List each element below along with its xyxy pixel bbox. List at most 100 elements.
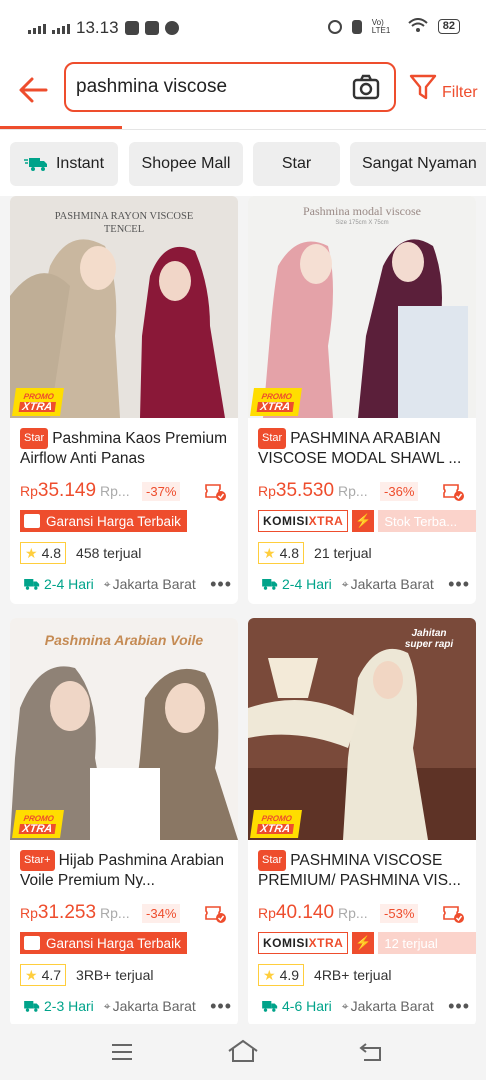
rating-row: ★ 4.9 4RB+ terjual [258, 964, 391, 986]
stock-badge: Stok Terba... [378, 510, 476, 532]
product-title-text: PASHMINA ARABIAN VISCOSE MODAL SHAWL ... [258, 430, 462, 466]
shipping-estimate: 2-4 Hari [20, 576, 94, 592]
product-card[interactable]: Pashmina Arabian Voile PROMO XTRA Star+ H… [10, 618, 238, 1026]
sold-count: 458 terjual [76, 545, 142, 561]
discount-badge: -36% [380, 481, 419, 501]
location-label: Jakarta Barat [350, 576, 434, 592]
search-input[interactable]: pashmina viscose [64, 62, 396, 112]
system-nav-bar [0, 1024, 486, 1080]
rating-value: 4.7 [41, 967, 62, 983]
price-row: Rp40.140 Rp... -53% [258, 900, 472, 926]
signal-icon [28, 22, 46, 34]
status-time: 13.13 [76, 18, 119, 37]
filter-button[interactable]: Filter [408, 72, 478, 102]
shipping-row: 2-3 Hari ⌖ Jakarta Barat ••• [20, 996, 232, 1017]
rating-value: 4.8 [41, 545, 62, 561]
ship-days: 2-4 Hari [282, 576, 332, 592]
product-title: Star+ Hijab Pashmina Arabian Voile Premiu… [20, 850, 230, 888]
more-options-icon[interactable]: ••• [210, 996, 232, 1017]
back-icon[interactable] [358, 1040, 384, 1062]
garansi-label: Garansi Harga Terbaik [46, 513, 181, 529]
old-price: Rp... [338, 905, 368, 921]
komisi-xtra-badge: KOMISI XTRA [258, 932, 349, 954]
price-row: Rp35.530 Rp... -36% [258, 478, 472, 504]
image-subcaption: Size 175cm X 75cm [335, 220, 389, 226]
price-prefix: Rp [258, 905, 276, 921]
chip-shopee-mall[interactable]: Shopee Mall [129, 142, 243, 186]
product-price: Rp40.140 [258, 902, 334, 924]
old-price: Rp... [100, 483, 130, 499]
camera-icon[interactable] [352, 74, 380, 100]
sold-count: 21 terjual [314, 545, 372, 561]
price-row: Rp35.149 Rp... -37% [20, 478, 234, 504]
product-title: Star PASHMINA ARABIAN VISCOSE MODAL SHAWL… [258, 428, 468, 466]
back-arrow-icon[interactable] [16, 72, 52, 108]
alarm-icon [327, 19, 342, 34]
filter-chips: Instant Shopee Mall Star Sangat Nyaman [0, 130, 486, 196]
discord-icon [144, 21, 159, 35]
product-price: Rp35.149 [20, 480, 96, 502]
signal-icon-2 [52, 22, 70, 34]
location-pin-icon: ⌖ [103, 998, 111, 1013]
ship-days: 2-4 Hari [44, 576, 94, 592]
star-icon: ★ [25, 544, 38, 561]
location-label: Jakarta Barat [112, 998, 196, 1014]
rating-row: ★ 4.8 21 terjual [258, 542, 372, 564]
whatsapp-icon [164, 21, 179, 35]
old-price: Rp... [100, 905, 130, 921]
garansi-label: Garansi Harga Terbaik [46, 935, 181, 951]
product-image: Pashmina Arabian Voile [10, 618, 238, 840]
product-card[interactable]: Jahitan super rapi PROMO XTRA Star PASHMI… [248, 618, 476, 1026]
price-row: Rp31.253 Rp... -34% [20, 900, 234, 926]
location-label: Jakarta Barat [112, 576, 196, 592]
more-options-icon[interactable]: ••• [448, 574, 470, 595]
chip-sangat-nyaman[interactable]: Sangat Nyaman [350, 142, 486, 186]
price-value: 35.530 [275, 480, 335, 501]
sold-count: 4RB+ terjual [314, 967, 392, 983]
flash-icon: ⚡ [352, 510, 375, 532]
promo-xtra-badge: PROMO XTRA [250, 388, 302, 416]
star-icon: ★ [263, 544, 276, 561]
shipping-estimate: 2-3 Hari [20, 998, 94, 1014]
product-price: Rp35.530 [258, 480, 334, 502]
home-icon[interactable] [226, 1038, 260, 1064]
promo-xtra-badge: PROMO XTRA [12, 388, 64, 416]
sold-count: 3RB+ terjual [76, 967, 154, 983]
menu-icon[interactable] [110, 1042, 134, 1062]
xtra-label: XTRA [308, 936, 344, 950]
product-card[interactable]: PASHMINA RAYON VISCOSE TENCEL PROMO XTRA… [10, 196, 238, 604]
shipping-row: 4-6 Hari ⌖ Jakarta Barat ••• [258, 996, 470, 1017]
location: ⌖ Jakarta Barat [104, 576, 196, 592]
promo-bottom: XTRA [18, 401, 56, 413]
star-badge: Star [20, 428, 49, 449]
price-prefix: Rp [20, 905, 38, 921]
coupon-icon [443, 484, 464, 501]
promo-bottom: XTRA [256, 823, 294, 835]
product-title-text: PASHMINA VISCOSE PREMIUM/ PASHMINA VIS..… [258, 852, 461, 888]
discount-badge: -37% [142, 481, 181, 501]
badge-row: Garansi Harga Terbaik [20, 510, 187, 532]
more-options-icon[interactable]: ••• [210, 574, 232, 595]
truck-icon [262, 579, 278, 590]
more-options-icon[interactable]: ••• [448, 996, 470, 1017]
chip-label: Sangat Nyaman [362, 155, 477, 172]
search-header: pashmina viscose Filter [0, 56, 486, 130]
price-value: 35.149 [37, 480, 97, 501]
chip-instant[interactable]: Instant [10, 142, 118, 186]
chip-label: Shopee Mall [141, 155, 231, 172]
product-title: Star PASHMINA VISCOSE PREMIUM/ PASHMINA V… [258, 850, 468, 888]
location-pin-icon: ⌖ [341, 998, 349, 1013]
sold-badge: 12 terjual [378, 932, 476, 954]
xtra-label: XTRA [308, 514, 344, 528]
product-card[interactable]: Pashmina modal viscose Size 175cm X 75cm… [248, 196, 476, 604]
chip-star[interactable]: Star [253, 142, 340, 186]
coupon-icon [205, 906, 226, 923]
garansi-badge: Garansi Harga Terbaik [20, 510, 187, 532]
price-value: 31.253 [37, 902, 97, 923]
location-pin-icon: ⌖ [103, 576, 111, 591]
flash-icon: ⚡ [352, 932, 375, 954]
ship-days: 2-3 Hari [44, 998, 94, 1014]
star-icon: ★ [25, 966, 38, 983]
location: ⌖ Jakarta Barat [342, 576, 434, 592]
rating-badge: ★ 4.7 [20, 964, 67, 986]
